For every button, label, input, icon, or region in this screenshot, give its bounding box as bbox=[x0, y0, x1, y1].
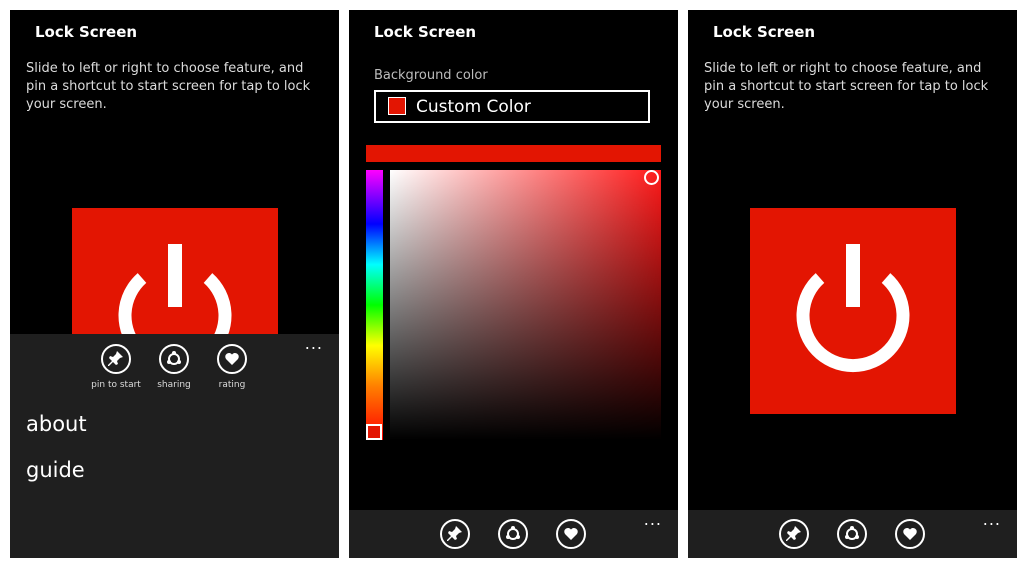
pin-to-start-button[interactable] bbox=[779, 519, 809, 549]
phone-screen-2: Lock Screen Background color Custom Colo… bbox=[349, 10, 678, 558]
app-bar-expanded: ... pin to start sharing rating about gu… bbox=[10, 334, 339, 558]
phone-screen-1: Lock Screen Slide to left or right to ch… bbox=[10, 10, 339, 558]
more-button[interactable]: ... bbox=[983, 510, 1001, 529]
hue-slider-handle[interactable] bbox=[366, 424, 382, 440]
color-picker-dropdown[interactable]: Custom Color bbox=[374, 90, 650, 123]
app-bar: ... bbox=[688, 510, 1017, 558]
saturation-value-picker[interactable] bbox=[390, 170, 661, 440]
sharing-button[interactable] bbox=[837, 519, 867, 549]
app-bar: ... bbox=[349, 510, 678, 558]
page-title: Lock Screen bbox=[713, 23, 816, 41]
description-text: Slide to left or right to choose feature… bbox=[26, 61, 311, 112]
page-title: Lock Screen bbox=[35, 23, 138, 41]
heart-icon bbox=[225, 353, 239, 365]
pin-icon bbox=[108, 351, 123, 366]
rating-label: rating bbox=[218, 380, 246, 390]
pin-to-start-button[interactable] bbox=[101, 344, 131, 374]
pin-icon bbox=[786, 526, 801, 541]
more-button[interactable]: ... bbox=[305, 334, 323, 353]
rating-button[interactable] bbox=[895, 519, 925, 549]
phone-screen-3: Lock Screen Slide to left or right to ch… bbox=[688, 10, 1017, 558]
sharing-button[interactable] bbox=[159, 344, 189, 374]
saturation-value-handle[interactable] bbox=[644, 170, 659, 185]
heart-icon bbox=[903, 528, 917, 540]
power-icon bbox=[796, 244, 910, 373]
pin-icon bbox=[447, 526, 462, 541]
pin-to-start-button[interactable] bbox=[440, 519, 470, 549]
heart-icon bbox=[564, 528, 578, 540]
sharing-icon bbox=[845, 526, 859, 540]
lock-tile[interactable] bbox=[750, 208, 956, 414]
hue-slider[interactable] bbox=[366, 170, 383, 440]
color-preview-bar bbox=[366, 145, 661, 162]
sharing-icon bbox=[506, 526, 520, 540]
sharing-button[interactable] bbox=[498, 519, 528, 549]
color-swatch bbox=[388, 97, 406, 115]
sharing-icon bbox=[167, 351, 181, 365]
description-text: Slide to left or right to choose feature… bbox=[704, 61, 989, 112]
rating-button[interactable] bbox=[556, 519, 586, 549]
background-color-label: Background color bbox=[374, 68, 488, 83]
more-button[interactable]: ... bbox=[644, 510, 662, 529]
menu-item-guide[interactable]: guide bbox=[26, 458, 85, 482]
menu-item-about[interactable]: about bbox=[26, 412, 87, 436]
selected-color-text: Custom Color bbox=[416, 97, 531, 117]
page-title: Lock Screen bbox=[374, 23, 477, 41]
rating-button[interactable] bbox=[217, 344, 247, 374]
